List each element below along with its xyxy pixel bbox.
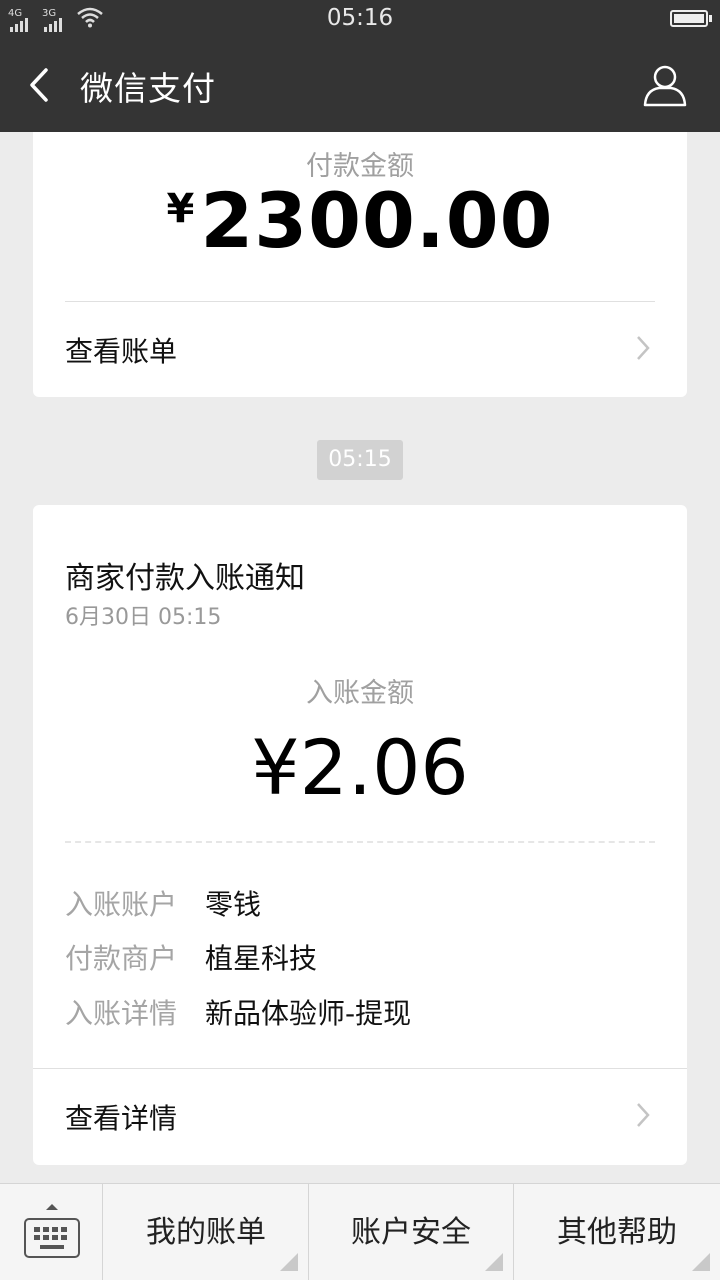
detail-value: 植星科技 (205, 942, 318, 975)
payment-amount-value: 2300.00 (200, 176, 554, 265)
menu-account-security[interactable]: 账户安全 (309, 1184, 514, 1280)
dashed-divider (65, 841, 655, 843)
keyboard-icon (24, 1218, 80, 1258)
chevron-left-icon[interactable] (22, 62, 62, 108)
time-divider: 05:15 (317, 440, 403, 480)
menu-label: 我的账单 (146, 1215, 266, 1250)
detail-row: 付款商户 植星科技 (65, 937, 317, 977)
page-title: 微信支付 (80, 69, 216, 108)
currency-symbol: ¥ (166, 186, 195, 232)
detail-key: 入账账户 (65, 888, 178, 921)
menu-my-bills[interactable]: 我的账单 (104, 1184, 309, 1280)
submenu-indicator-icon (485, 1253, 503, 1271)
menu-label: 其他帮助 (557, 1215, 677, 1250)
income-amount: ¥2.06 (251, 723, 469, 812)
detail-key: 入账详情 (65, 997, 178, 1030)
divider (65, 301, 655, 302)
income-amount-label: 入账金额 (306, 678, 414, 709)
notice-date: 6月30日 05:15 (65, 605, 222, 630)
view-bill-link[interactable]: 查看账单 (65, 330, 655, 370)
status-bar: 4G 3G 05:16 (0, 0, 720, 38)
person-icon[interactable] (642, 62, 688, 108)
notice-title: 商家付款入账通知 (65, 561, 305, 596)
payment-card: 付款金额 ¥2300.00 查看账单 (33, 132, 687, 397)
keyboard-toggle-button[interactable] (0, 1184, 103, 1280)
detail-row: 入账账户 零钱 (65, 883, 261, 923)
view-details-link[interactable]: 查看详情 (65, 1097, 655, 1137)
payment-amount: ¥2300.00 (33, 176, 687, 265)
view-details-label: 查看详情 (65, 1102, 178, 1135)
nav-bar: 微信支付 (0, 38, 720, 132)
notice-card: 商家付款入账通知 6月30日 05:15 入账金额 ¥2.06 入账账户 零钱 付… (33, 505, 687, 1165)
chevron-up-icon (46, 1204, 58, 1210)
detail-key: 付款商户 (65, 942, 178, 975)
bottom-menu-bar: 我的账单 账户安全 其他帮助 (0, 1183, 720, 1280)
chevron-right-icon (637, 336, 650, 360)
detail-row: 入账详情 新品体验师-提现 (65, 992, 411, 1032)
detail-value: 新品体验师-提现 (205, 997, 412, 1030)
battery-icon (670, 10, 712, 27)
chevron-right-icon (637, 1103, 650, 1127)
detail-value: 零钱 (205, 888, 262, 921)
status-time: 05:16 (326, 5, 394, 31)
submenu-indicator-icon (280, 1253, 298, 1271)
submenu-indicator-icon (692, 1253, 710, 1271)
menu-label: 账户安全 (351, 1215, 471, 1250)
view-bill-label: 查看账单 (65, 335, 178, 368)
divider (33, 1068, 687, 1069)
menu-other-help[interactable]: 其他帮助 (514, 1184, 720, 1280)
